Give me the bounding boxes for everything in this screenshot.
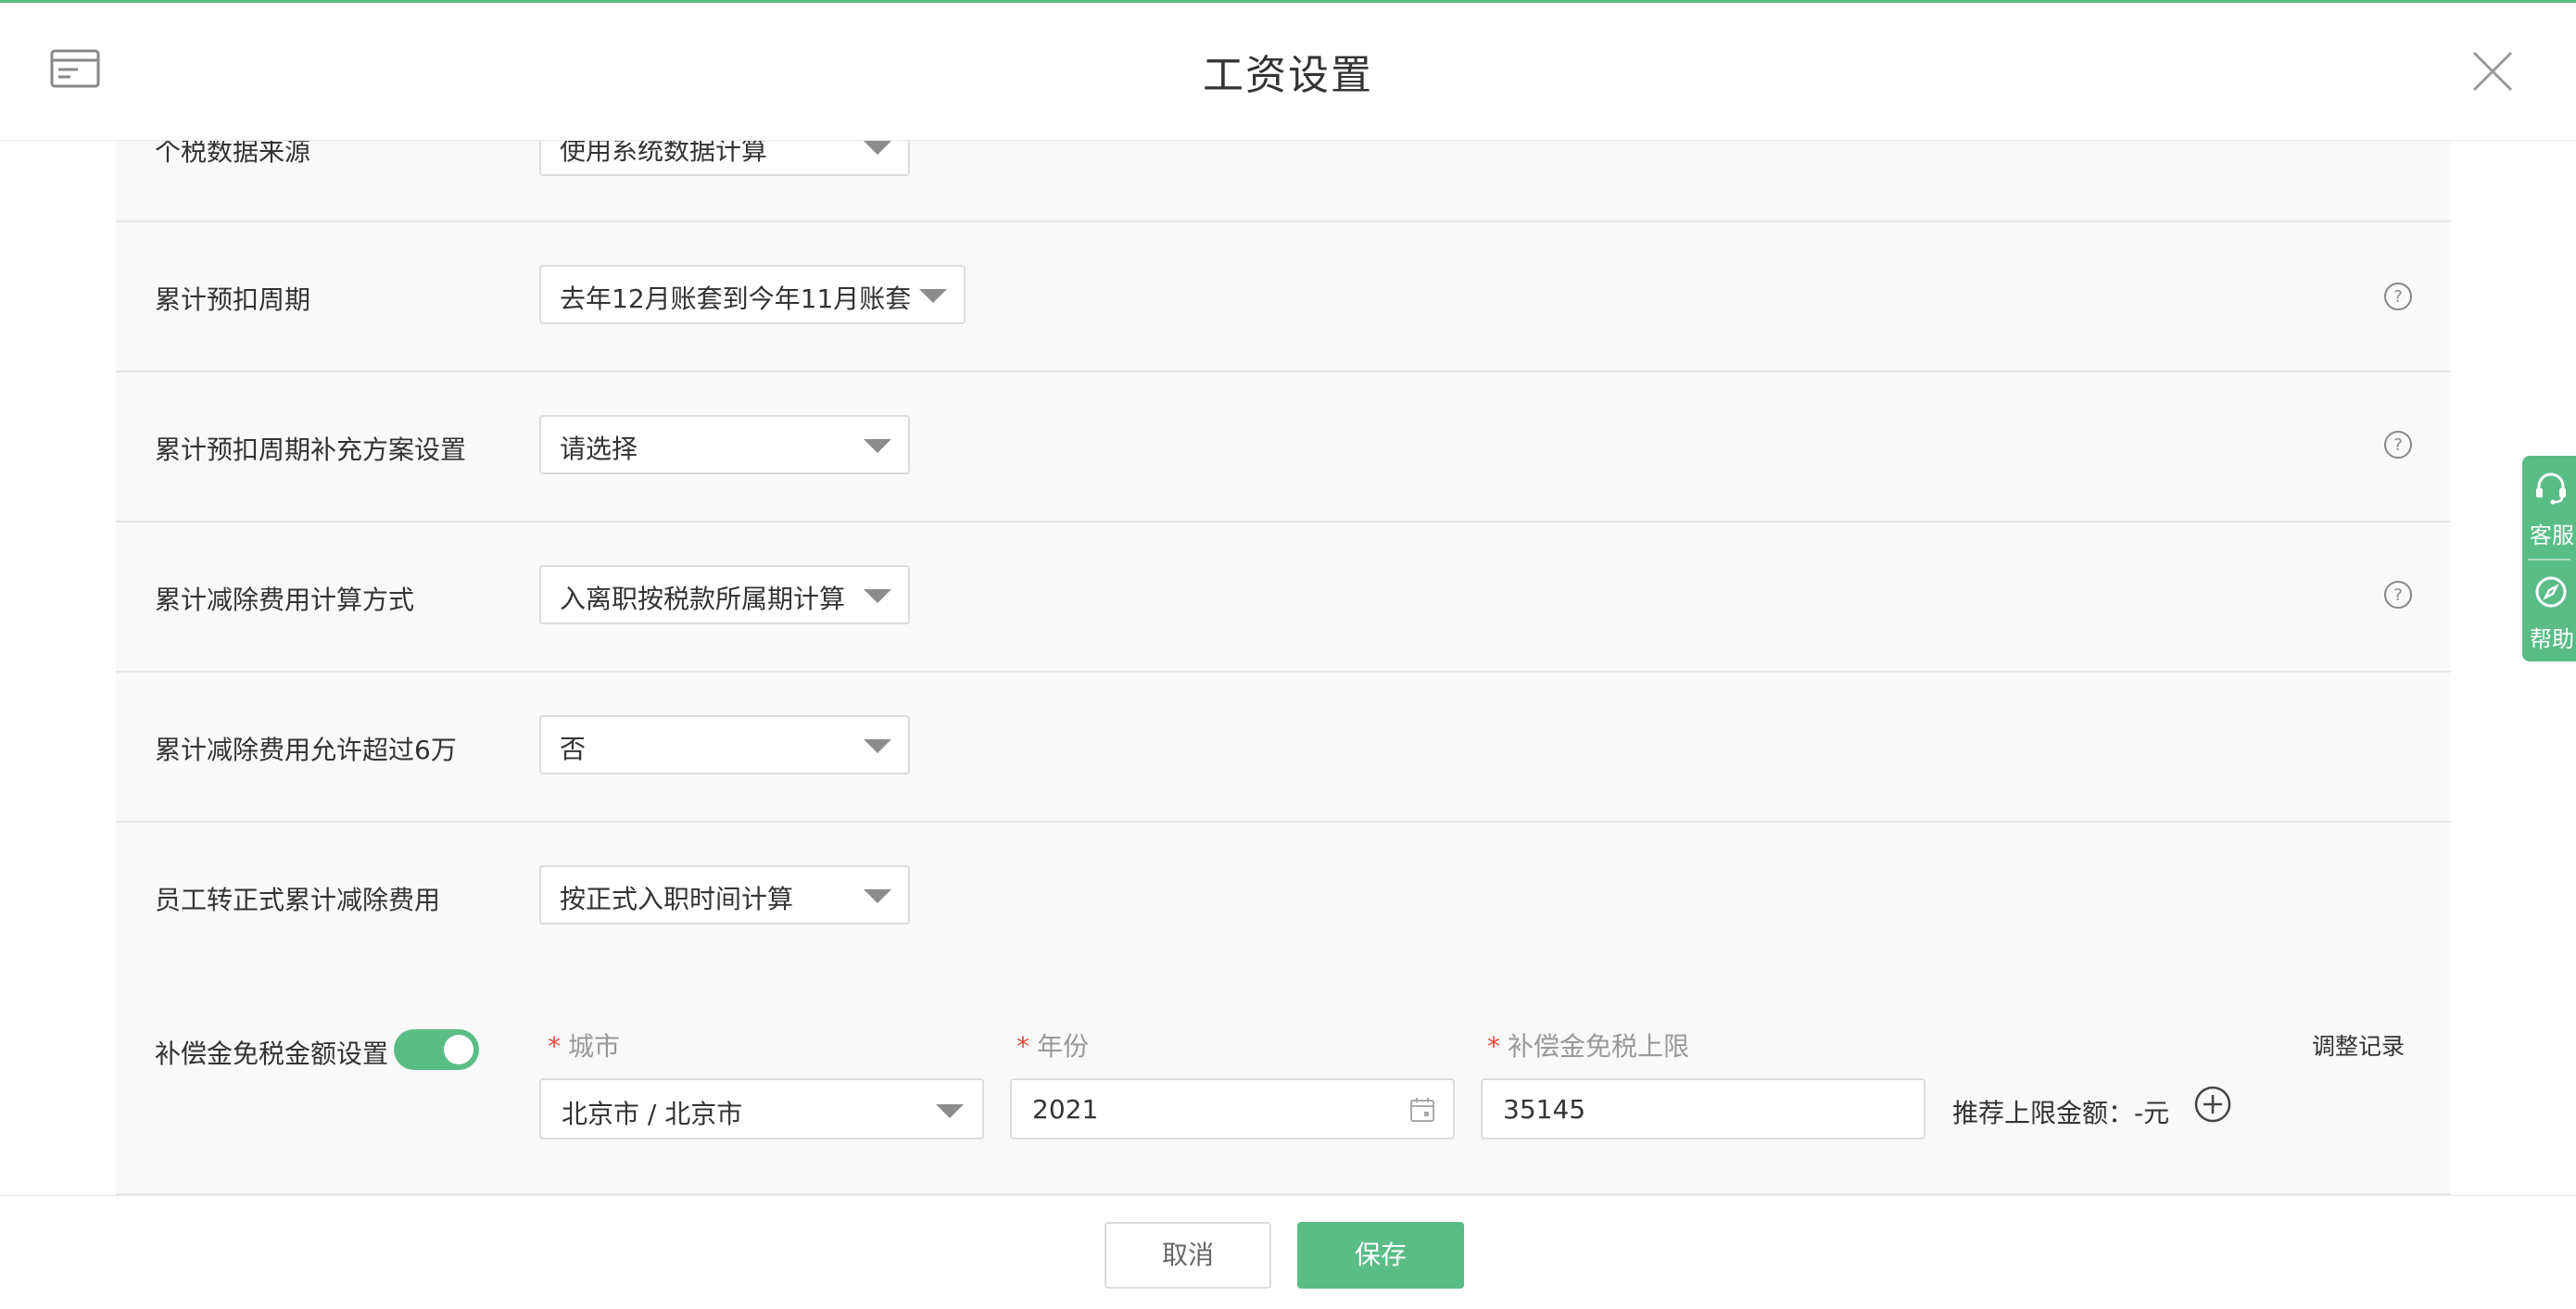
row-label: 累计预扣周期补充方案设置: [155, 434, 467, 465]
chevron-down-icon: [864, 439, 891, 453]
settings-row-allow-exceed: 累计减除费用允许超过6万 否: [116, 673, 2451, 823]
chevron-down-icon: [919, 289, 947, 303]
row-label: 个税数据来源: [155, 141, 311, 167]
row-label: 累计预扣周期: [155, 284, 311, 315]
settings-row-tax-data-source: 个税数据来源 使用系统数据计算: [116, 141, 2451, 222]
select-value: 使用系统数据计算: [560, 141, 768, 166]
customer-service-button[interactable]: 客服: [2522, 456, 2576, 558]
row-label: 累计减除费用计算方式: [155, 585, 415, 615]
svg-text:?: ?: [2393, 287, 2403, 307]
input-value: 35145: [1503, 1094, 1586, 1125]
headset-icon: [2536, 472, 2566, 505]
close-icon[interactable]: [2470, 49, 2515, 94]
compass-icon: [2535, 576, 2567, 608]
dialog-header: 工资设置: [0, 3, 2576, 141]
adjust-record-link[interactable]: 调整记录: [2312, 1028, 2405, 1062]
help-icon[interactable]: ?: [2383, 430, 2413, 459]
settings-row-supplement-plan: 累计预扣周期补充方案设置 请选择 ?: [116, 372, 2451, 522]
row-label: 累计减除费用允许超过6万: [155, 735, 457, 765]
save-button[interactable]: 保存: [1297, 1222, 1464, 1289]
limit-label: * 补偿金免税上限: [1487, 1031, 1690, 1062]
settings-row-regularization-deduction: 员工转正式累计减除费用 按正式入职时间计算: [116, 823, 2451, 973]
select-value: 入离职按税款所属期计算: [560, 584, 846, 614]
select-value: 北京市 / 北京市: [562, 1099, 743, 1129]
required-mark: *: [548, 1031, 561, 1062]
year-picker[interactable]: 2021: [1010, 1078, 1455, 1139]
side-item-label: 客服: [2530, 522, 2574, 548]
page-title: 工资设置: [1203, 52, 1373, 99]
allow-exceed-select[interactable]: 否: [539, 715, 910, 774]
dialog-footer: 取消 保存: [0, 1195, 2576, 1309]
recommend-limit-text: 推荐上限金额：-元: [1952, 1098, 2170, 1128]
required-mark: *: [1017, 1031, 1029, 1062]
add-circle-icon[interactable]: [2193, 1085, 2232, 1124]
svg-text:?: ?: [2393, 585, 2403, 605]
tax-data-source-select[interactable]: 使用系统数据计算: [539, 141, 910, 176]
row-label: 员工转正式累计减除费用: [155, 885, 441, 915]
limit-input[interactable]: 35145: [1481, 1078, 1926, 1139]
settings-form: 个税数据来源 使用系统数据计算 累计预扣周期 去年12月账套到今年11月账套 ?…: [116, 141, 2451, 1195]
row-label: 补偿金免税金额设置: [155, 1038, 389, 1069]
deduction-method-select[interactable]: 入离职按税款所属期计算: [539, 565, 910, 624]
help-button[interactable]: 帮助: [2522, 560, 2576, 661]
settings-row-withholding-period: 累计预扣周期 去年12月账套到今年11月账套 ?: [116, 222, 2451, 372]
help-icon[interactable]: ?: [2383, 282, 2413, 311]
year-label: * 年份: [1017, 1031, 1090, 1062]
calendar-icon: [1410, 1098, 1434, 1122]
city-select[interactable]: 北京市 / 北京市: [539, 1078, 984, 1139]
select-value: 请选择: [560, 434, 638, 464]
city-label: * 城市: [548, 1031, 621, 1062]
cancel-button[interactable]: 取消: [1105, 1222, 1271, 1289]
chevron-down-icon: [864, 889, 891, 903]
select-value: 否: [560, 734, 587, 764]
input-value: 2021: [1032, 1094, 1099, 1125]
chevron-down-icon: [936, 1104, 964, 1118]
regularization-deduction-select[interactable]: 按正式入职时间计算: [539, 865, 910, 925]
help-icon[interactable]: ?: [2383, 580, 2413, 610]
toggle-knob: [444, 1035, 474, 1064]
settings-row-deduction-method: 累计减除费用计算方式 入离职按税款所属期计算 ?: [116, 522, 2451, 673]
side-item-label: 帮助: [2530, 626, 2574, 652]
chevron-down-icon: [864, 589, 891, 603]
select-value: 去年12月账套到今年11月账套: [560, 283, 912, 314]
compensation-toggle[interactable]: [394, 1029, 479, 1070]
svg-text:?: ?: [2393, 435, 2403, 455]
select-value: 按正式入职时间计算: [560, 884, 794, 914]
floating-side-panel: 客服 帮助: [2522, 456, 2576, 661]
chevron-down-icon: [864, 141, 891, 155]
settings-row-compensation: 补偿金免税金额设置 * 城市 北京市 / 北京市 * 年份 2021 * 补偿金免税: [116, 969, 2451, 1195]
required-mark: *: [1487, 1031, 1500, 1062]
withholding-period-select[interactable]: 去年12月账套到今年11月账套: [539, 265, 966, 324]
supplement-plan-select[interactable]: 请选择: [539, 415, 910, 474]
chevron-down-icon: [864, 739, 891, 753]
